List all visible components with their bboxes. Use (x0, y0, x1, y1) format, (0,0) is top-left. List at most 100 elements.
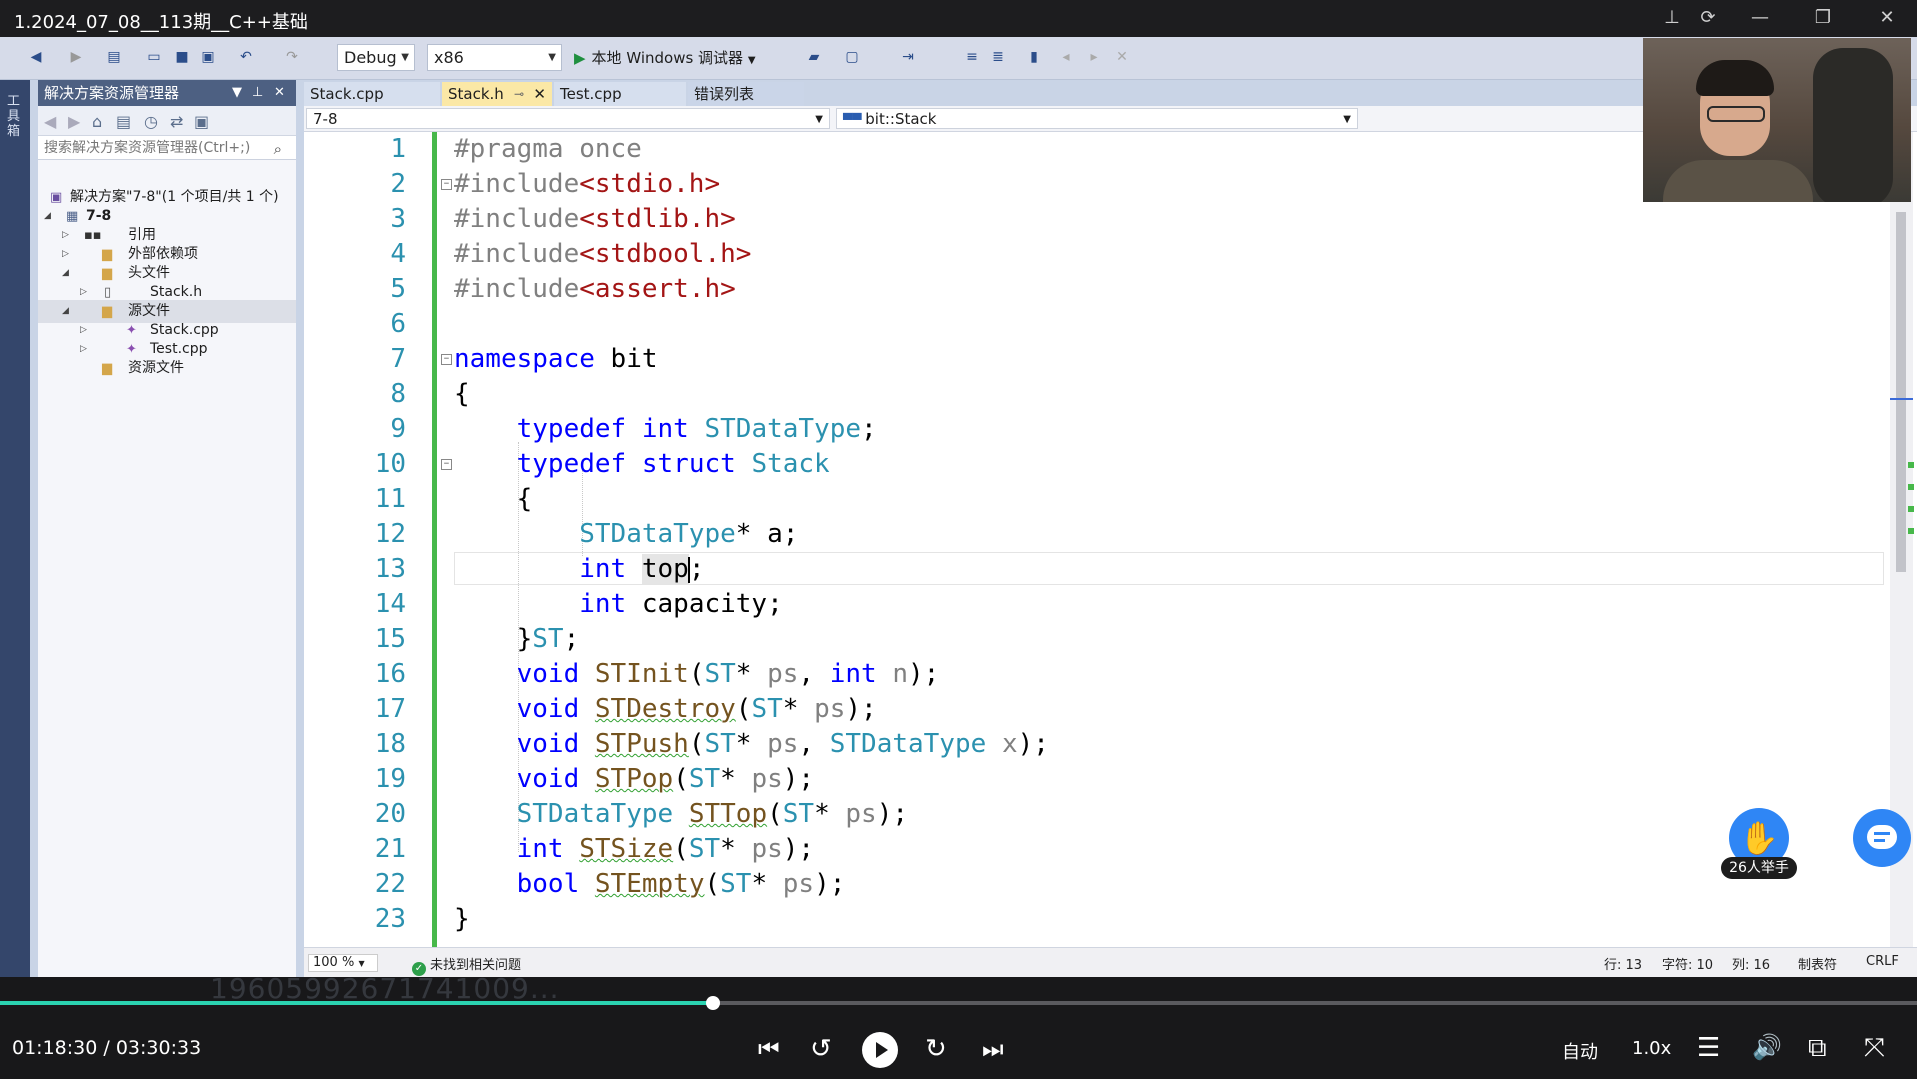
fold-icon[interactable]: − (441, 459, 452, 470)
change-marker (1908, 528, 1914, 534)
back-icon[interactable]: ◀ (26, 47, 46, 67)
open-icon[interactable]: ▭ (144, 47, 164, 67)
refresh-icon[interactable]: ⟳ (1683, 6, 1733, 30)
chat-button[interactable] (1853, 809, 1911, 867)
scrollbar-thumb[interactable] (1896, 212, 1906, 572)
speed-button[interactable]: 1.0x (1632, 1038, 1671, 1059)
token: ST (782, 799, 815, 829)
screenshot-icon[interactable]: ▢ (842, 47, 862, 67)
solution-explorer-title: 解决方案资源管理器 (44, 84, 180, 102)
prev-bookmark-icon[interactable]: ◂ (1056, 47, 1076, 67)
close-tab-icon[interactable]: ✕ (533, 82, 546, 106)
token: int (516, 834, 564, 864)
code-text: void STPop(ST* ps); (516, 764, 815, 794)
clear-bookmark-icon[interactable]: ✕ (1112, 47, 1132, 67)
skip-previous-icon[interactable]: ⏮ (758, 1035, 780, 1063)
platform-dropdown[interactable]: x86 ▼ (427, 44, 562, 71)
token: ST (532, 624, 564, 654)
token: STPop (594, 764, 674, 794)
volume-icon[interactable]: 🔊 (1752, 1033, 1782, 1061)
run-debugger-button[interactable]: ▶ 本地 Windows 调试器 ▼ (574, 45, 756, 71)
undo-icon[interactable]: ↶ (236, 47, 256, 67)
text-caret (687, 556, 690, 583)
line-number: 22 (374, 869, 406, 899)
skip-next-icon[interactable]: ⏭ (982, 1035, 1004, 1063)
save-icon[interactable]: ■ (172, 47, 192, 67)
collapse-icon[interactable]: ▣ (194, 112, 209, 131)
token: <assert.h> (579, 274, 736, 304)
search-icon[interactable]: ⌕ (274, 137, 282, 161)
redo-icon[interactable]: ↷ (282, 47, 302, 67)
line-number: 5 (390, 274, 406, 304)
progress-handle[interactable] (706, 996, 721, 1010)
zoom-dropdown[interactable]: 100 % ▼ (308, 954, 378, 972)
tree-resource-files[interactable]: ▆ 资源文件 (38, 357, 296, 380)
switch-view-icon[interactable]: ▤ (116, 112, 131, 131)
toolbox-side-tab[interactable]: 工具箱 (0, 80, 30, 980)
project-nav-dropdown[interactable]: 7-8 ▼ (306, 108, 830, 129)
code-line: 5 #include<assert.h> (304, 272, 1904, 307)
row-indicator: 行: 13 (1604, 958, 1643, 973)
forward-icon[interactable]: ▶ (66, 47, 86, 67)
outdent-icon[interactable]: ≣ (988, 47, 1008, 67)
tab-test-cpp[interactable]: Test.cpp (554, 82, 686, 106)
token: void (516, 659, 580, 689)
fold-icon[interactable]: − (441, 354, 452, 365)
code-line: 19 void STPop(ST* ps); (304, 762, 1904, 797)
solution-explorer: 解决方案资源管理器 ▼ ⊥ ✕ ◀ ▶ ⌂ ▤ ◷ ⇄ ▣ 搜索解决方案资源管理… (38, 80, 296, 1015)
restore-button[interactable]: ❐ (1808, 6, 1838, 30)
pin-icon[interactable]: ⊸ (514, 82, 524, 106)
picture-in-picture-icon[interactable]: ⧉ (1808, 1033, 1827, 1064)
play-button[interactable] (862, 1032, 898, 1068)
save-all-icon[interactable]: ▣ (198, 47, 218, 67)
close-icon[interactable]: ✕ (274, 80, 285, 106)
solution-search-input[interactable]: 搜索解决方案资源管理器(Ctrl+;) ⌕ (38, 136, 296, 160)
back-icon[interactable]: ◀ (44, 112, 56, 131)
time-separator: / (103, 1037, 110, 1059)
new-project-icon[interactable]: ▤ (104, 47, 124, 67)
line-number: 11 (374, 484, 406, 514)
token: ST (751, 694, 783, 724)
token: Stack (751, 449, 830, 479)
fold-icon[interactable]: − (441, 179, 452, 190)
tab-label: Stack.cpp (310, 85, 384, 103)
tab-indicator[interactable]: 制表符 (1798, 954, 1837, 973)
step-icon[interactable]: ⇥ (898, 47, 918, 67)
tab-error-list[interactable]: 错误列表 (688, 82, 804, 106)
tab-stack-cpp[interactable]: Stack.cpp (304, 82, 440, 106)
close-button[interactable]: ✕ (1872, 6, 1902, 30)
minimize-button[interactable]: — (1745, 6, 1775, 30)
code-text: #include<stdlib.h> (454, 202, 736, 237)
history-icon[interactable]: ◷ (144, 112, 158, 131)
scope-nav-dropdown[interactable]: ▀▀ bit::Stack ▼ (836, 108, 1358, 129)
code-text: STDataType* a; (579, 519, 799, 549)
run-label: 本地 Windows 调试器 (591, 49, 744, 67)
line-number: 17 (374, 694, 406, 724)
token: n (892, 659, 909, 689)
home-icon[interactable]: ⌂ (92, 112, 102, 131)
code-editor[interactable]: 1 #pragma once 2− #include<stdio.h> 3 #incl… (304, 132, 1917, 947)
sync-icon[interactable]: ⇄ (170, 112, 183, 131)
forward-icon[interactable]: ↻ (925, 1034, 947, 1064)
solution-explorer-toolbar: ◀ ▶ ⌂ ▤ ◷ ⇄ ▣ (38, 106, 296, 136)
playlist-icon[interactable]: ☰ (1697, 1033, 1720, 1063)
token: STDataType (829, 729, 987, 759)
exit-fullscreen-icon[interactable]: ⤧ (1864, 1033, 1885, 1064)
eol-indicator[interactable]: CRLF (1866, 954, 1899, 969)
code-text: #pragma once (454, 132, 642, 167)
pin-icon[interactable]: ⊥ (252, 80, 263, 106)
rewind-icon[interactable]: ↺ (810, 1034, 832, 1064)
dropdown-icon[interactable]: ▼ (232, 80, 242, 106)
quality-button[interactable]: 自动 (1562, 1038, 1598, 1064)
chevron-down-icon: ▼ (358, 959, 365, 968)
bookmark-icon[interactable]: ▮ (1024, 47, 1044, 67)
next-bookmark-icon[interactable]: ▸ (1084, 47, 1104, 67)
indent-icon[interactable]: ≡ (962, 47, 982, 67)
folder-search-icon[interactable]: ▰ (804, 47, 824, 67)
config-dropdown[interactable]: Debug ▼ (337, 44, 415, 71)
token: STDataType (516, 799, 674, 829)
line-number: 9 (390, 414, 406, 444)
tab-stack-h[interactable]: Stack.h ⊸ ✕ (442, 82, 552, 106)
token: } (454, 904, 470, 934)
forward-icon[interactable]: ▶ (68, 112, 80, 131)
